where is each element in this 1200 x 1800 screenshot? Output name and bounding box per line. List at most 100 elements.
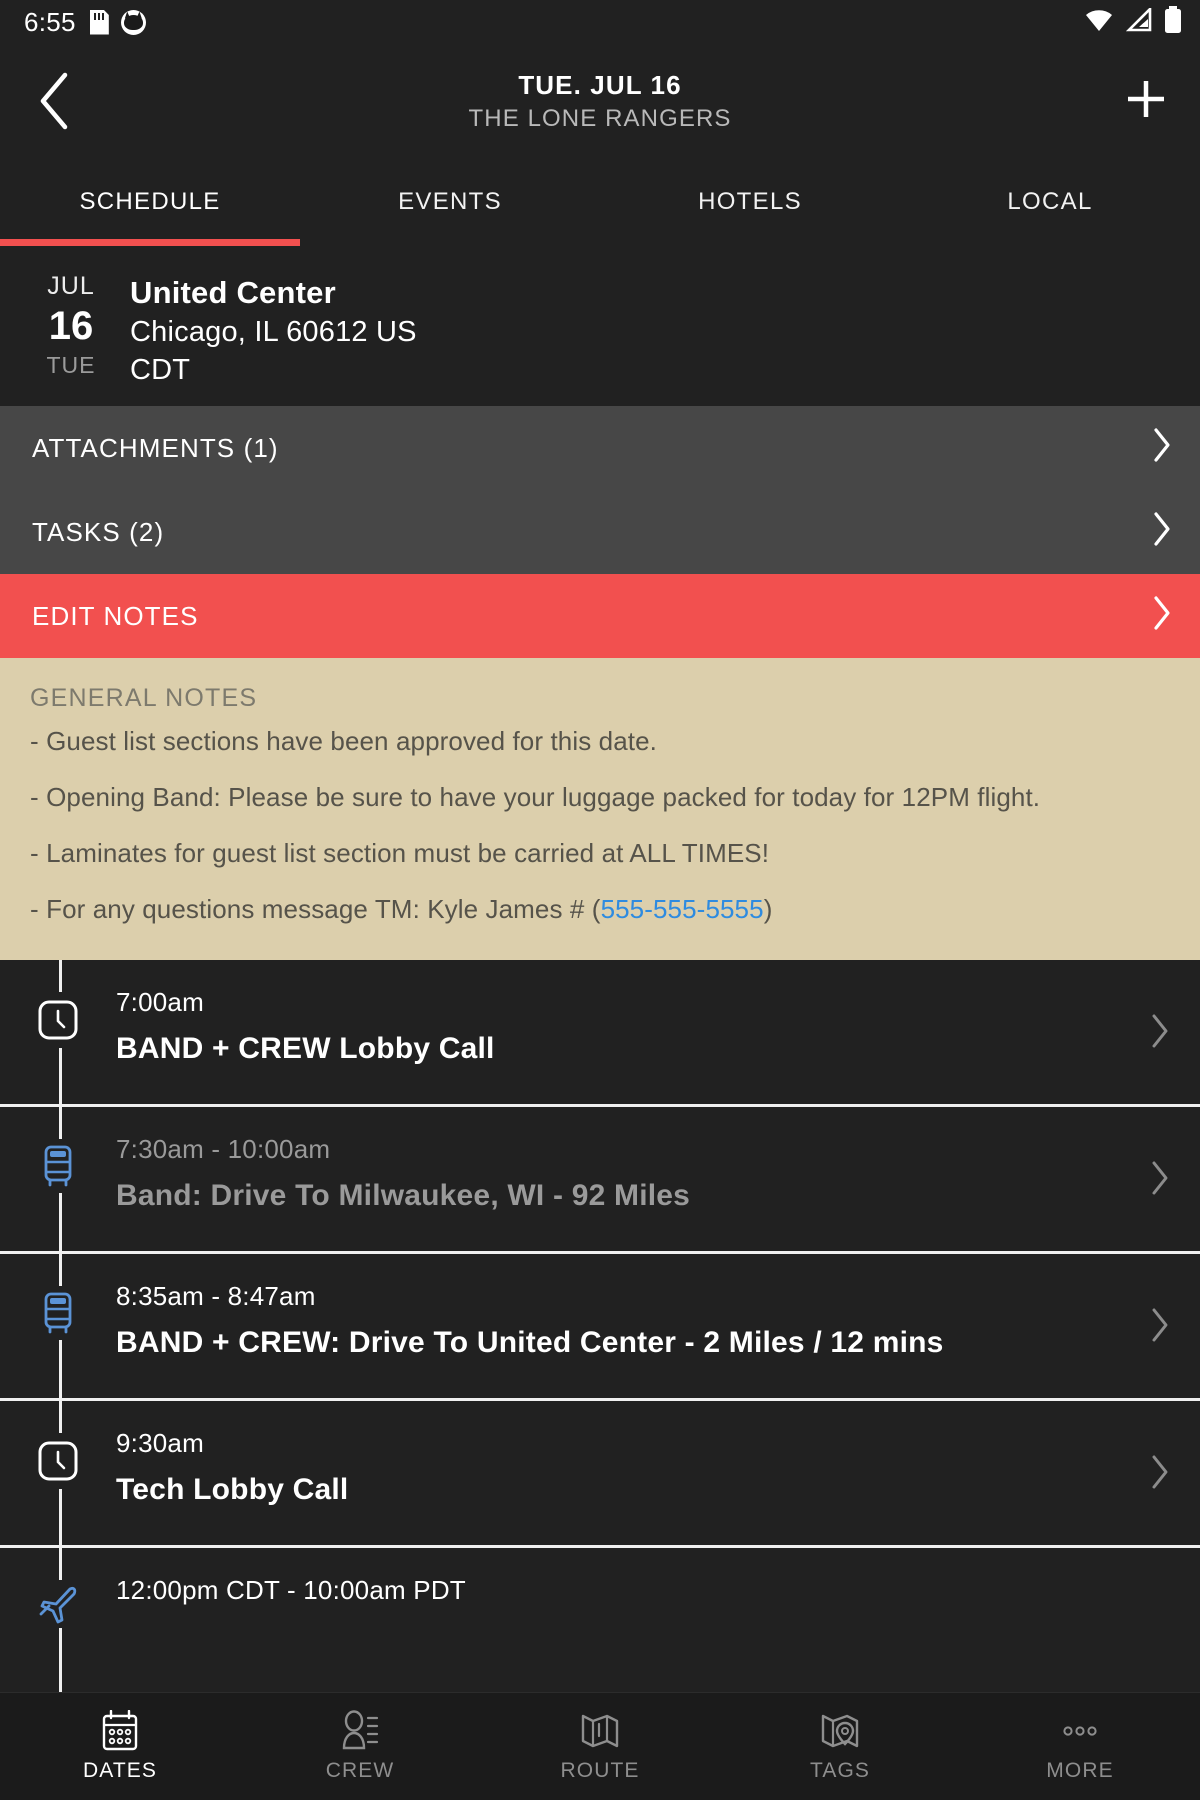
nav-label-route: ROUTE	[560, 1759, 640, 1782]
note-line: - Opening Band: Please be sure to have y…	[30, 781, 1041, 812]
schedule-item-icon	[0, 1429, 116, 1489]
tab-schedule-label: SCHEDULE	[79, 188, 221, 215]
cat-app-icon	[120, 9, 146, 35]
chevron-right-icon	[1130, 1160, 1170, 1201]
schedule-item[interactable]: 12:00pm CDT - 10:00am PDT	[0, 1548, 1200, 1628]
venue-address: Chicago, IL 60612 US	[130, 315, 417, 348]
header-titles: TUE. JUL 16 THE LONE RANGERS	[469, 70, 732, 133]
venue-timezone: CDT	[130, 354, 191, 387]
chevron-left-icon	[37, 72, 71, 130]
nav-label-tags: TAGS	[809, 1759, 871, 1782]
venue-day: 16	[48, 304, 94, 348]
general-notes-heading: GENERAL NOTES	[30, 684, 258, 712]
app-screen: 6:55 TUE. JUL 16 THE LONE RANGERS SCHEDU…	[0, 0, 1200, 1800]
status-bar-clock: 6:55	[24, 6, 76, 37]
schedule-item-body: 9:30am Tech Lobby Call	[116, 1429, 1130, 1507]
tab-local[interactable]: LOCAL	[900, 158, 1200, 246]
schedule-item-icon	[0, 1576, 116, 1628]
general-notes-panel: GENERAL NOTES - Guest list sections have…	[0, 658, 1200, 960]
schedule-item[interactable]: 7:30am - 10:00am Band: Drive To Milwauke…	[0, 1107, 1200, 1254]
schedule-list: 7:00am BAND + CREW Lobby Call 7:30am - 1…	[0, 960, 1200, 1692]
schedule-item-icon	[0, 988, 116, 1048]
nav-label-more: MORE	[1046, 1759, 1114, 1782]
clock-icon	[37, 1433, 79, 1489]
attachments-row[interactable]: ATTACHMENTS (1)	[0, 406, 1200, 490]
contact-prefix: - For any questions message TM: Kyle Jam…	[30, 893, 601, 924]
tab-events[interactable]: EVENTS	[300, 158, 600, 246]
note-line: - Guest list sections have been approved…	[30, 726, 657, 756]
add-button[interactable]	[1114, 69, 1178, 133]
schedule-item-icon	[0, 1282, 116, 1340]
schedule-item[interactable]: 9:30am Tech Lobby Call	[0, 1401, 1200, 1548]
schedule-item-time: 7:30am - 10:00am	[116, 1134, 331, 1164]
schedule-item-title: Tech Lobby Call	[116, 1472, 349, 1506]
chevron-right-icon	[1152, 595, 1172, 638]
tab-hotels[interactable]: HOTELS	[600, 158, 900, 246]
schedule-item-title: Band: Drive To Milwaukee, WI - 92 Miles	[116, 1178, 691, 1212]
nav-item-tags[interactable]: TAGS	[720, 1710, 960, 1783]
nav-item-dates[interactable]: DATES	[0, 1709, 240, 1783]
tasks-label: TASKS (2)	[32, 516, 165, 547]
ellipsis-icon	[1056, 1710, 1104, 1752]
schedule-item-title: BAND + CREW Lobby Call	[116, 1031, 495, 1065]
schedule-item-time: 9:30am	[116, 1428, 204, 1458]
schedule-item-body: 12:00pm CDT - 10:00am PDT	[116, 1576, 1170, 1620]
chevron-right-icon	[1130, 1307, 1170, 1348]
venue-date-block: JUL 16 TUE	[32, 274, 110, 406]
schedule-item-icon	[0, 1135, 116, 1193]
bus-icon	[38, 1139, 78, 1193]
schedule-item-time: 12:00pm CDT - 10:00am PDT	[116, 1575, 466, 1605]
venue-name: United Center	[130, 275, 336, 310]
page-title: TUE. JUL 16	[518, 69, 682, 100]
nav-item-crew[interactable]: CREW	[240, 1710, 480, 1783]
contact-suffix: )	[763, 893, 773, 924]
plus-icon	[1123, 76, 1169, 127]
tab-events-label: EVENTS	[398, 188, 502, 215]
phone-number-link[interactable]: 555-555-5555	[601, 894, 764, 924]
nav-item-more[interactable]: MORE	[960, 1710, 1200, 1783]
status-bar-system-icons	[1084, 5, 1182, 39]
chevron-right-icon	[1130, 1454, 1170, 1495]
app-header: TUE. JUL 16 THE LONE RANGERS	[0, 44, 1200, 158]
sd-card-icon	[89, 9, 109, 35]
tab-bar: SCHEDULE EVENTS HOTELS LOCAL	[0, 158, 1200, 246]
clock-icon	[37, 992, 79, 1048]
page-subtitle: THE LONE RANGERS	[468, 104, 732, 132]
schedule-item-title: BAND + CREW: Drive To United Center - 2 …	[116, 1325, 944, 1359]
note-line: - Laminates for guest list section must …	[30, 837, 770, 868]
plane-icon	[36, 1580, 80, 1628]
venue-summary[interactable]: JUL 16 TUE United Center Chicago, IL 606…	[0, 246, 1200, 406]
bus-icon	[38, 1286, 78, 1340]
venue-month: JUL	[47, 272, 95, 300]
note-line-contact: - For any questions message TM: Kyle Jam…	[30, 893, 1174, 925]
nav-label-crew: CREW	[325, 1759, 395, 1782]
nav-item-route[interactable]: ROUTE	[480, 1710, 720, 1783]
person-list-icon	[340, 1710, 380, 1752]
tab-local-label: LOCAL	[1007, 188, 1093, 215]
schedule-item-body: 7:30am - 10:00am Band: Drive To Milwauke…	[116, 1135, 1130, 1213]
chevron-right-icon	[1130, 1013, 1170, 1054]
cell-signal-icon	[1125, 5, 1152, 37]
calendar-icon	[100, 1709, 140, 1752]
wifi-icon	[1084, 8, 1114, 37]
back-button[interactable]	[22, 69, 86, 133]
chevron-right-icon	[1152, 427, 1172, 470]
map-icon	[579, 1710, 621, 1752]
bottom-navigation: DATES CREW ROUTE TAGS MORE	[0, 1692, 1200, 1800]
schedule-item[interactable]: 8:35am - 8:47am BAND + CREW: Drive To Un…	[0, 1254, 1200, 1401]
edit-notes-label: EDIT NOTES	[32, 600, 199, 631]
tasks-row[interactable]: TASKS (2)	[0, 490, 1200, 574]
battery-icon	[1164, 5, 1182, 39]
edit-notes-row[interactable]: EDIT NOTES	[0, 574, 1200, 658]
venue-info-block: United Center Chicago, IL 60612 US CDT	[130, 274, 417, 406]
tab-schedule[interactable]: SCHEDULE	[0, 158, 300, 246]
schedule-item-time: 7:00am	[116, 987, 204, 1017]
venue-weekday: TUE	[46, 352, 96, 378]
status-bar: 6:55	[0, 0, 1200, 44]
nav-label-dates: DATES	[83, 1759, 157, 1782]
schedule-item[interactable]: 7:00am BAND + CREW Lobby Call	[0, 960, 1200, 1107]
schedule-item-body: 8:35am - 8:47am BAND + CREW: Drive To Un…	[116, 1282, 1130, 1360]
schedule-item-time: 8:35am - 8:47am	[116, 1281, 316, 1311]
chevron-right-icon	[1152, 511, 1172, 554]
status-bar-notification-icons	[89, 9, 146, 35]
